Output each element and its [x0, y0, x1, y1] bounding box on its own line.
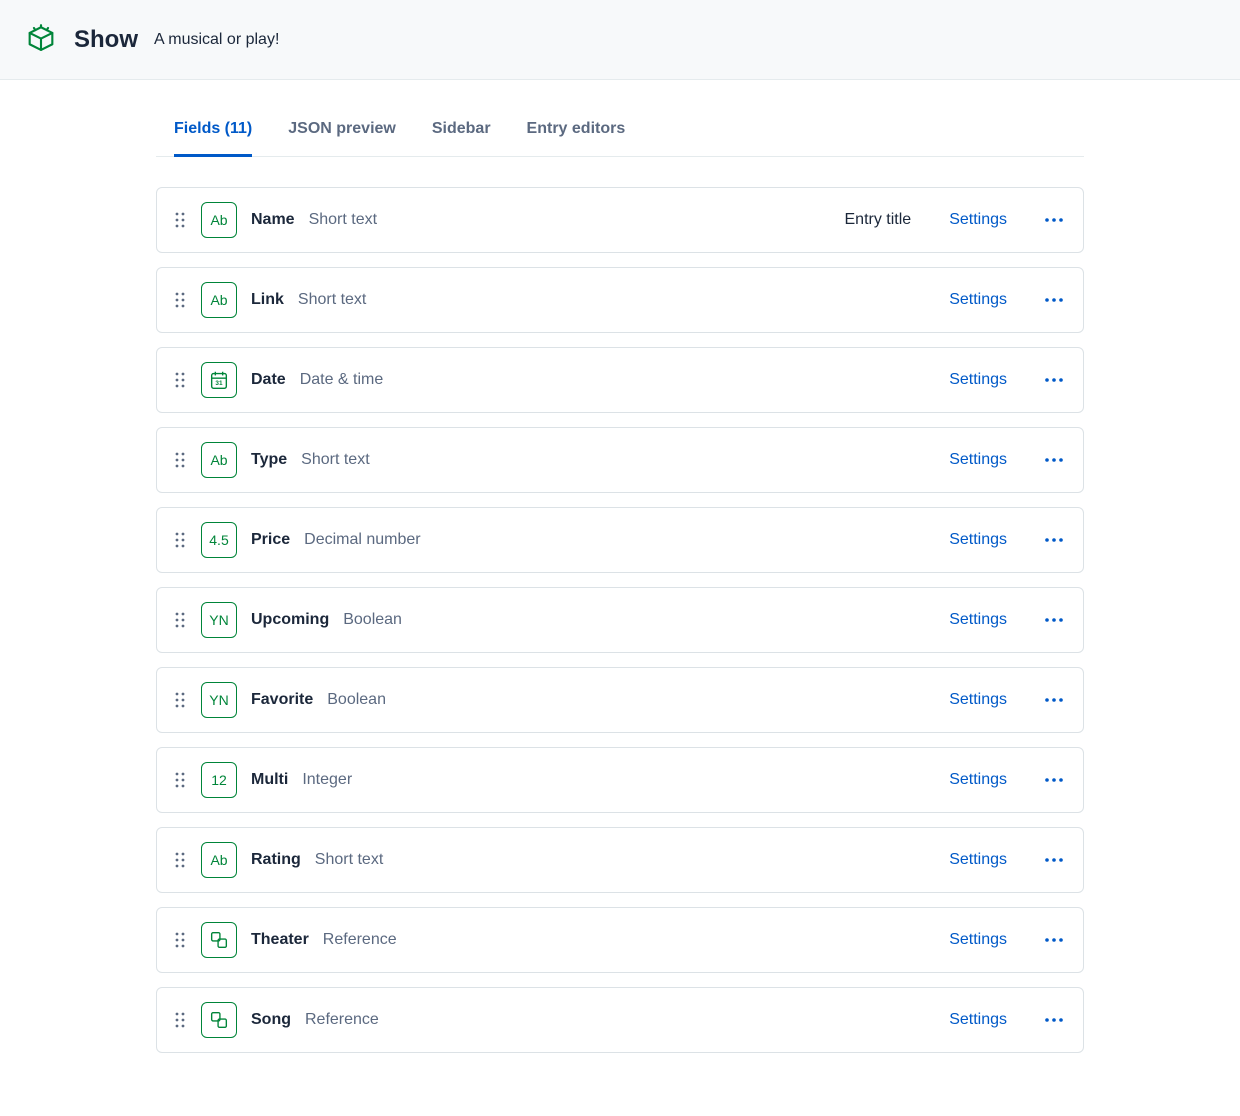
tab-fields-11[interactable]: Fields (11)	[174, 104, 252, 157]
field-row-price: 4.5 Price Decimal number Settings	[156, 507, 1084, 573]
settings-button[interactable]: Settings	[949, 771, 1007, 789]
field-type-label: Boolean	[343, 611, 402, 629]
field-name: Theater	[251, 931, 309, 949]
field-row-name: Ab Name Short text Entry title Settings	[156, 187, 1084, 253]
field-type-label: Short text	[315, 851, 383, 869]
settings-button[interactable]: Settings	[949, 611, 1007, 629]
tab-sidebar[interactable]: Sidebar	[432, 104, 491, 157]
settings-button[interactable]: Settings	[949, 371, 1007, 389]
settings-button[interactable]: Settings	[949, 851, 1007, 869]
page-description: A musical or play!	[154, 31, 279, 49]
tabs: Fields (11) JSON preview Sidebar Entry edit…	[156, 104, 1084, 157]
field-name: Link	[251, 291, 284, 309]
field-row-theater: Theater Reference Settings	[156, 907, 1084, 973]
field-type-icon	[201, 1002, 237, 1038]
field-type-label: Short text	[298, 291, 366, 309]
drag-handle-icon[interactable]	[173, 372, 187, 388]
field-name: Type	[251, 451, 287, 469]
more-actions-icon[interactable]	[1041, 614, 1067, 626]
field-type-icon: Ab	[201, 842, 237, 878]
drag-handle-icon[interactable]	[173, 212, 187, 228]
settings-button[interactable]: Settings	[949, 691, 1007, 709]
drag-handle-icon[interactable]	[173, 692, 187, 708]
drag-handle-icon[interactable]	[173, 452, 187, 468]
field-type-icon: YN	[201, 682, 237, 718]
field-type-icon: Ab	[201, 442, 237, 478]
svg-text:31: 31	[215, 380, 223, 387]
field-name: Rating	[251, 851, 301, 869]
field-name: Date	[251, 371, 286, 389]
drag-handle-icon[interactable]	[173, 772, 187, 788]
more-actions-icon[interactable]	[1041, 934, 1067, 946]
field-name: Song	[251, 1011, 291, 1029]
field-name: Name	[251, 211, 295, 229]
field-row-upcoming: YN Upcoming Boolean Settings	[156, 587, 1084, 653]
more-actions-icon[interactable]	[1041, 1014, 1067, 1026]
field-row-link: Ab Link Short text Settings	[156, 267, 1084, 333]
field-type-label: Reference	[305, 1011, 379, 1029]
settings-button[interactable]: Settings	[949, 211, 1007, 229]
field-type-icon: Ab	[201, 282, 237, 318]
more-actions-icon[interactable]	[1041, 534, 1067, 546]
fields-list: Ab Name Short text Entry title Settings Ab Lin…	[156, 157, 1084, 1053]
field-type-icon: Ab	[201, 202, 237, 238]
field-type-icon: 31	[201, 362, 237, 398]
field-name: Favorite	[251, 691, 313, 709]
field-type-label: Short text	[309, 211, 377, 229]
settings-button[interactable]: Settings	[949, 531, 1007, 549]
field-type-label: Reference	[323, 931, 397, 949]
drag-handle-icon[interactable]	[173, 532, 187, 548]
more-actions-icon[interactable]	[1041, 214, 1067, 226]
more-actions-icon[interactable]	[1041, 454, 1067, 466]
settings-button[interactable]: Settings	[949, 451, 1007, 469]
field-type-label: Integer	[302, 771, 352, 789]
more-actions-icon[interactable]	[1041, 854, 1067, 866]
field-type-label: Decimal number	[304, 531, 420, 549]
entry-title-badge: Entry title	[845, 211, 912, 229]
field-name: Upcoming	[251, 611, 329, 629]
more-actions-icon[interactable]	[1041, 374, 1067, 386]
field-row-favorite: YN Favorite Boolean Settings	[156, 667, 1084, 733]
field-type-icon: 4.5	[201, 522, 237, 558]
settings-button[interactable]: Settings	[949, 931, 1007, 949]
field-row-type: Ab Type Short text Settings	[156, 427, 1084, 493]
page-header: Show A musical or play!	[0, 0, 1240, 80]
drag-handle-icon[interactable]	[173, 1012, 187, 1028]
field-type-label: Date & time	[300, 371, 384, 389]
field-row-song: Song Reference Settings	[156, 987, 1084, 1053]
more-actions-icon[interactable]	[1041, 774, 1067, 786]
field-row-multi: 12 Multi Integer Settings	[156, 747, 1084, 813]
page-title: Show	[74, 26, 138, 54]
field-type-label: Boolean	[327, 691, 386, 709]
drag-handle-icon[interactable]	[173, 852, 187, 868]
tab-entry-editors[interactable]: Entry editors	[527, 104, 626, 157]
field-row-rating: Ab Rating Short text Settings	[156, 827, 1084, 893]
more-actions-icon[interactable]	[1041, 694, 1067, 706]
settings-button[interactable]: Settings	[949, 291, 1007, 309]
content-area: Fields (11) JSON preview Sidebar Entry edit…	[156, 80, 1084, 1053]
field-type-icon	[201, 922, 237, 958]
field-row-date: 31 Date Date & time Settings	[156, 347, 1084, 413]
more-actions-icon[interactable]	[1041, 294, 1067, 306]
field-name: Multi	[251, 771, 288, 789]
field-type-icon: 12	[201, 762, 237, 798]
content-type-icon	[24, 23, 58, 57]
drag-handle-icon[interactable]	[173, 932, 187, 948]
field-name: Price	[251, 531, 290, 549]
tab-json-preview[interactable]: JSON preview	[288, 104, 396, 157]
settings-button[interactable]: Settings	[949, 1011, 1007, 1029]
field-type-icon: YN	[201, 602, 237, 638]
drag-handle-icon[interactable]	[173, 292, 187, 308]
drag-handle-icon[interactable]	[173, 612, 187, 628]
field-type-label: Short text	[301, 451, 369, 469]
